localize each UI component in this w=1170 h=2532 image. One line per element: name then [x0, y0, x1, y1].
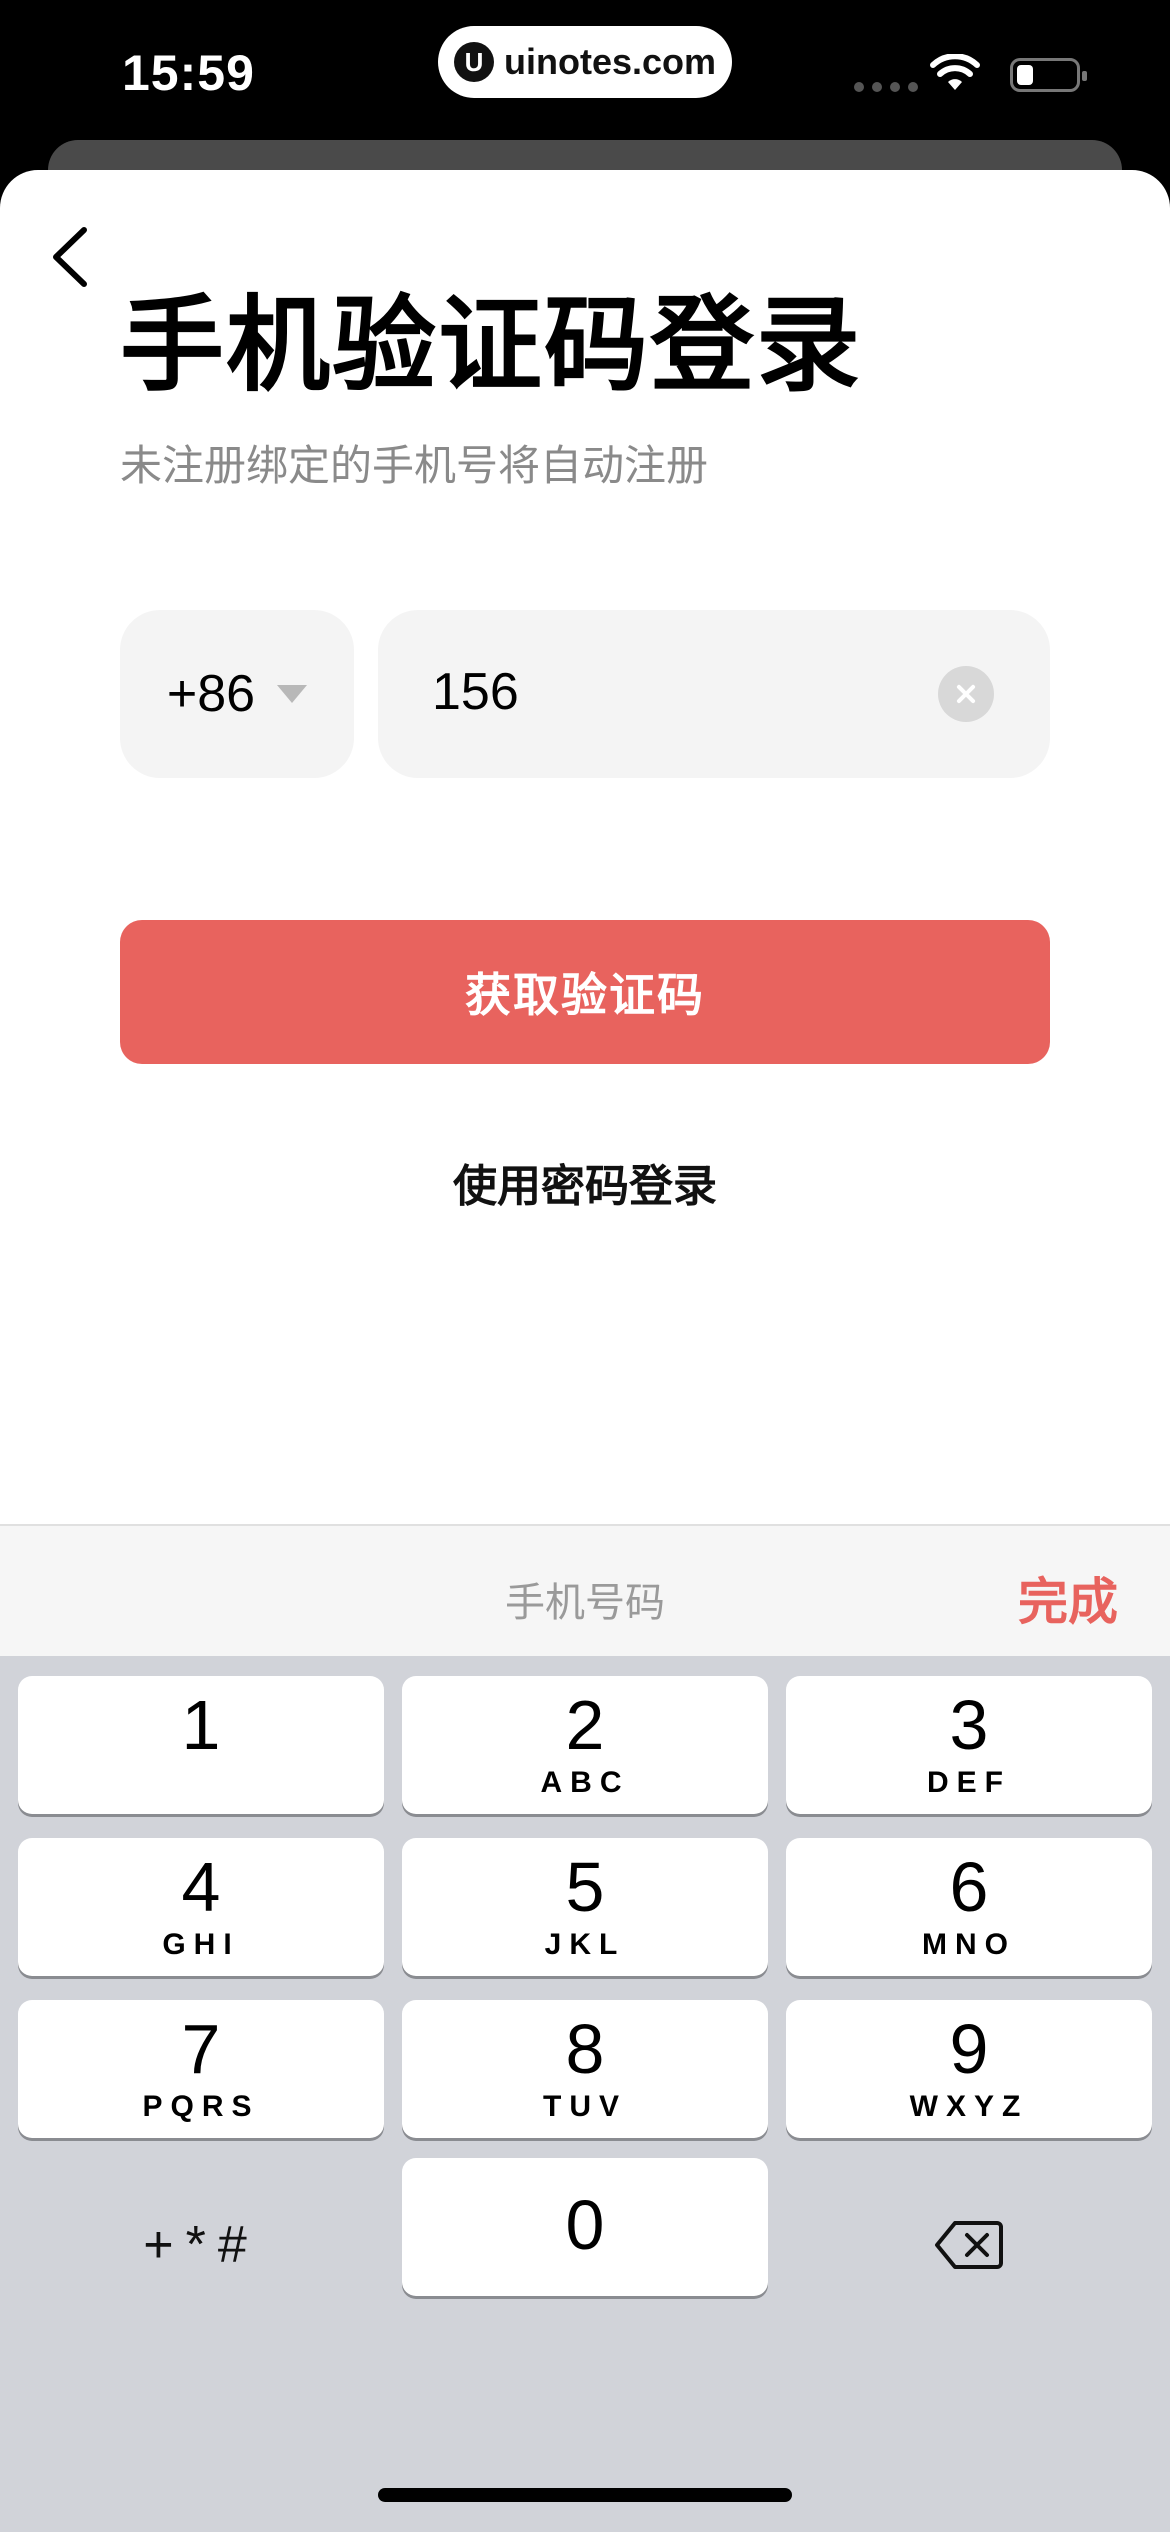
key-9[interactable]: 9 WXYZ: [786, 2000, 1152, 2138]
key-digit: 3: [949, 1686, 989, 1764]
key-letters: ABC: [540, 1766, 630, 1799]
dropdown-caret-icon: [277, 685, 308, 703]
delete-key[interactable]: [786, 2176, 1152, 2314]
page-title: 手机验证码登录: [120, 288, 863, 404]
number-keypad: 1 2 ABC 3 DEF 4 GHI 5 JKL 6 MNO 7 PQRS 8…: [0, 1656, 1170, 2532]
watermark-logo-icon: U: [453, 42, 494, 82]
key-digit: 1: [181, 1686, 221, 1764]
accessory-label: 手机号码: [505, 1581, 665, 1625]
password-login-link[interactable]: 使用密码登录: [0, 1150, 1170, 1214]
clear-icon[interactable]: [938, 666, 994, 722]
phone-input[interactable]: 156: [378, 610, 1050, 778]
key-2[interactable]: 2 ABC: [402, 1676, 768, 1814]
keyboard-accessory-bar: 手机号码 完成: [0, 1524, 1170, 1656]
key-4[interactable]: 4 GHI: [18, 1838, 384, 1976]
phone-input-value: 156: [432, 663, 519, 721]
wifi-icon: [930, 54, 980, 90]
key-letters: JKL: [544, 1928, 626, 1961]
get-code-button[interactable]: 获取验证码: [120, 920, 1050, 1064]
home-indicator: [378, 2488, 792, 2502]
key-letters: PQRS: [142, 2090, 260, 2123]
status-time: 15:59: [122, 45, 255, 101]
key-6[interactable]: 6 MNO: [786, 1838, 1152, 1976]
key-5[interactable]: 5 JKL: [402, 1838, 768, 1976]
watermark-text: uinotes.com: [503, 41, 717, 82]
key-digit: 4: [181, 1848, 221, 1926]
key-digit: 0: [565, 2186, 605, 2264]
key-8[interactable]: 8 TUV: [402, 2000, 768, 2138]
status-bar: 15:59 U uinotes.com: [0, 0, 1170, 160]
back-chevron-icon[interactable]: [44, 222, 104, 292]
key-letters: GHI: [162, 1928, 240, 1961]
page-subtitle: 未注册绑定的手机号将自动注册: [120, 442, 709, 489]
battery-icon: [1010, 58, 1087, 92]
done-button[interactable]: 完成: [1018, 1562, 1118, 1634]
key-digit: 9: [949, 2010, 989, 2088]
key-7[interactable]: 7 PQRS: [18, 2000, 384, 2138]
signal-icon: [854, 82, 918, 92]
key-digit: 8: [565, 2010, 605, 2088]
key-digit: 6: [949, 1848, 989, 1926]
backspace-icon: [935, 2221, 1003, 2269]
key-digit: 2: [565, 1686, 605, 1764]
key-1[interactable]: 1: [18, 1676, 384, 1814]
country-code-selector[interactable]: +86: [120, 610, 354, 778]
key-letters: DEF: [927, 1766, 1011, 1799]
country-code-value: +86: [166, 665, 256, 723]
watermark-pill: U uinotes.com: [438, 26, 732, 98]
key-digit: 5: [565, 1848, 605, 1926]
key-letters: MNO: [922, 1928, 1016, 1961]
key-letters: TUV: [543, 2090, 627, 2123]
key-letters: WXYZ: [909, 2090, 1029, 2123]
key-0[interactable]: 0: [402, 2158, 768, 2296]
symbols-key[interactable]: +*#: [18, 2176, 384, 2314]
key-digit: 7: [181, 2010, 221, 2088]
key-3[interactable]: 3 DEF: [786, 1676, 1152, 1814]
